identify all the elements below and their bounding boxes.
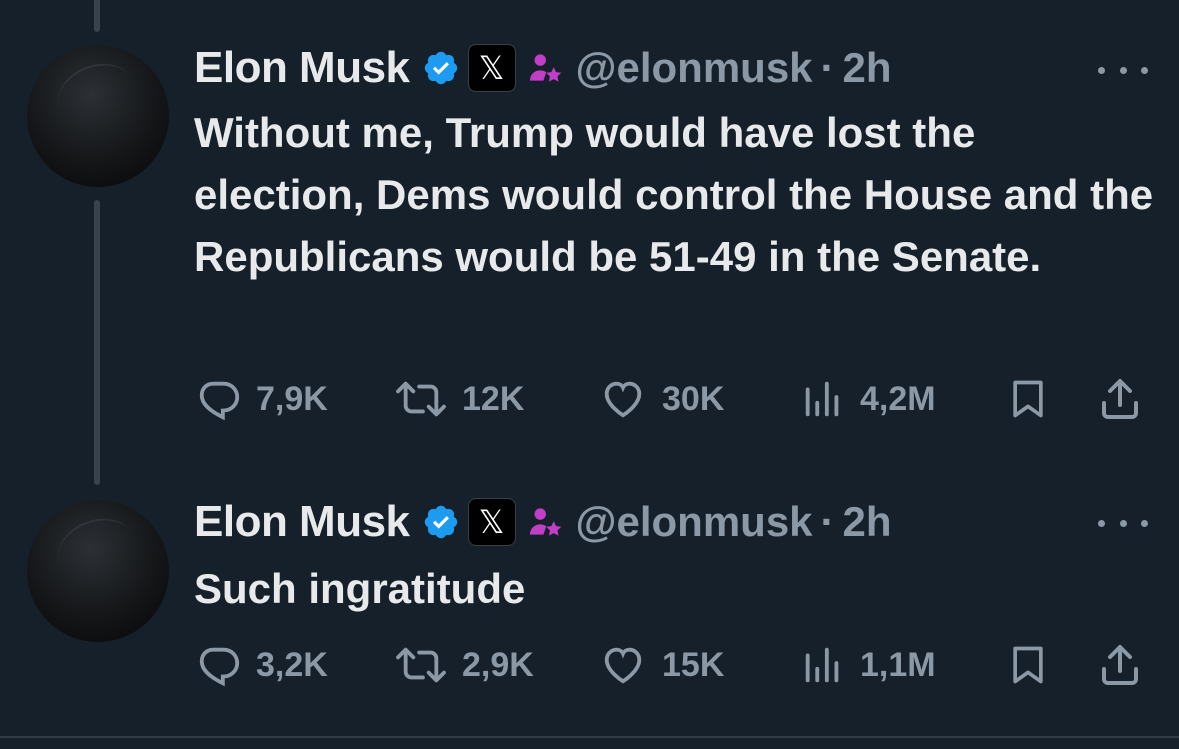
avatar[interactable] xyxy=(27,500,169,642)
tweet[interactable]: Elon Musk 𝕏 @elonmusk · 2h Such ingratit… xyxy=(0,470,1179,740)
author-name[interactable]: Elon Musk xyxy=(194,497,410,547)
reply-button[interactable]: 7,9K xyxy=(196,374,328,424)
bookmark-icon xyxy=(1013,380,1043,418)
repost-icon xyxy=(396,381,446,417)
like-button[interactable]: 15K xyxy=(598,640,724,690)
reply-count: 7,9K xyxy=(256,379,328,418)
separator-dot: · xyxy=(820,44,835,91)
like-button[interactable]: 30K xyxy=(598,374,724,424)
affiliate-icon[interactable] xyxy=(526,503,564,541)
action-bar: 7,9K 12K 30K 4,2M xyxy=(0,374,1179,424)
repost-button[interactable]: 12K xyxy=(394,374,524,424)
author-handle[interactable]: @elonmusk xyxy=(576,498,813,546)
bookmark-button[interactable] xyxy=(1006,374,1050,424)
views-count: 1,1M xyxy=(860,645,936,684)
reply-count: 3,2K xyxy=(256,645,328,684)
divider xyxy=(0,736,1179,738)
views-count: 4,2M xyxy=(860,379,936,418)
avatar[interactable] xyxy=(27,45,169,187)
tweet-text: Such ingratitude xyxy=(194,565,526,612)
x-logo-badge[interactable]: 𝕏 xyxy=(467,498,516,546)
tweet-header: Elon Musk 𝕏 @elonmusk · 2h xyxy=(194,38,892,98)
reply-icon xyxy=(199,381,240,421)
views-button[interactable]: 1,1M xyxy=(800,640,936,690)
timestamp[interactable]: 2h xyxy=(843,44,892,92)
more-options-icon[interactable] xyxy=(1098,508,1148,538)
repost-button[interactable]: 2,9K xyxy=(394,640,534,690)
reply-icon xyxy=(199,647,240,687)
like-count: 15K xyxy=(662,645,725,684)
repost-icon xyxy=(396,647,446,683)
x-logo-badge[interactable]: 𝕏 xyxy=(467,44,516,92)
affiliate-icon[interactable] xyxy=(526,49,564,87)
repost-count: 2,9K xyxy=(462,645,534,684)
separator-dot: · xyxy=(820,498,835,545)
share-icon xyxy=(1102,645,1138,685)
reply-button[interactable]: 3,2K xyxy=(196,640,328,690)
share-icon xyxy=(1102,379,1138,419)
views-icon xyxy=(805,381,839,417)
bookmark-button[interactable] xyxy=(1006,640,1050,690)
views-button[interactable]: 4,2M xyxy=(800,374,936,424)
like-icon xyxy=(604,381,642,418)
verified-badge-icon[interactable] xyxy=(422,49,460,87)
timestamp[interactable]: 2h xyxy=(843,498,892,546)
views-icon xyxy=(805,647,839,683)
author-name[interactable]: Elon Musk xyxy=(194,43,410,93)
more-options-icon[interactable] xyxy=(1098,55,1148,85)
like-icon xyxy=(604,647,642,684)
author-handle[interactable]: @elonmusk xyxy=(576,44,813,92)
repost-count: 12K xyxy=(462,379,525,418)
bookmark-icon xyxy=(1013,646,1043,684)
share-button[interactable] xyxy=(1096,374,1144,424)
tweet[interactable]: Elon Musk 𝕏 @elonmusk · 2h Without me, T… xyxy=(0,0,1179,470)
tweet-header: Elon Musk 𝕏 @elonmusk · 2h xyxy=(194,492,892,552)
tweet-text: Without me, Trump would have lost the el… xyxy=(194,109,1154,280)
like-count: 30K xyxy=(662,379,725,418)
verified-badge-icon[interactable] xyxy=(422,503,460,541)
share-button[interactable] xyxy=(1096,640,1144,690)
action-bar: 3,2K 2,9K 15K 1,1M xyxy=(0,640,1179,690)
